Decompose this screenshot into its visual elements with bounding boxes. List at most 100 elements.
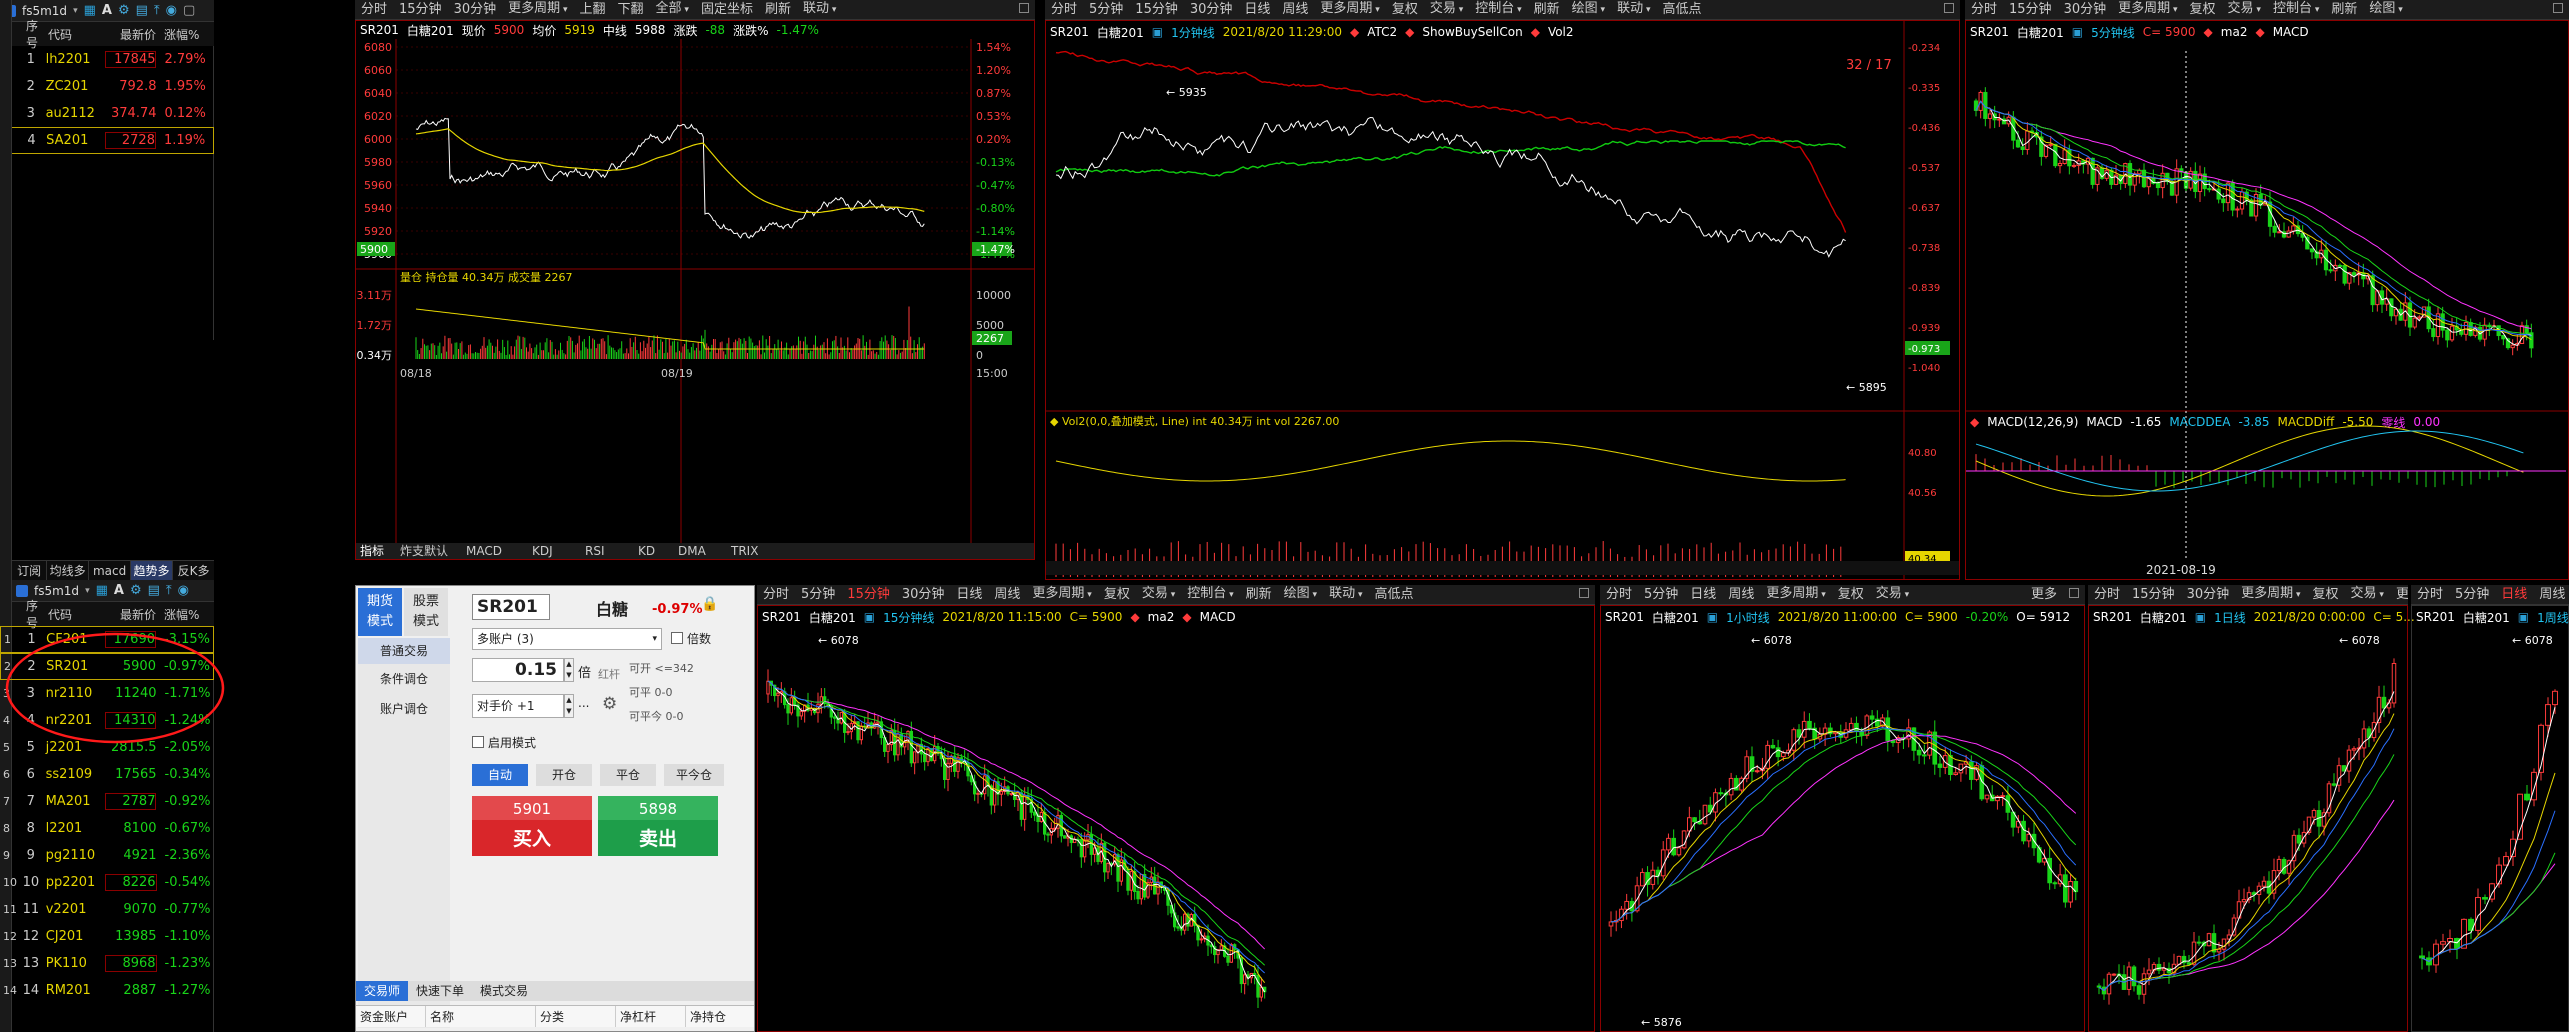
toolbar-item[interactable]: 复权 (1098, 585, 1136, 604)
list-item[interactable]: 44SA20127281.19% (0, 127, 214, 154)
h1-period[interactable]: 1小时线 (1726, 609, 1770, 626)
row-code[interactable]: l2201 (46, 821, 105, 836)
toolbar-item[interactable]: 交易 (1870, 585, 1915, 604)
tab-trader[interactable]: 交易师 (356, 981, 409, 1001)
toolbar-item[interactable]: 分时 (2411, 585, 2449, 604)
col-code[interactable]: 代码 (44, 26, 104, 43)
toolbar-item[interactable]: 周线 (2533, 585, 2569, 604)
price-mode-select[interactable]: 对手价 +1 (472, 694, 564, 718)
symbol-input[interactable]: SR201 (472, 594, 550, 620)
qty-input[interactable]: 0.15 (472, 658, 564, 682)
table-icon[interactable]: ▦ (84, 3, 96, 18)
price-stepper[interactable]: ▲ ▼ (564, 694, 574, 718)
toolbar-item[interactable]: 30分钟 (896, 585, 951, 604)
toolbar-item[interactable]: 周线 (988, 585, 1026, 604)
toolbar-item[interactable]: 交易 (1136, 585, 1181, 604)
toolbar-item[interactable]: 刷新 (2325, 0, 2363, 19)
list-item[interactable]: 7 7 MA201 2787 -0.92% (0, 788, 214, 815)
tab-macd-long[interactable]: macd多 (89, 561, 132, 598)
toolbar-item[interactable]: 联动 (1611, 0, 1656, 19)
toolbar-item[interactable]: 30分钟 (2058, 0, 2113, 19)
mode-futures-button[interactable]: 期货 模式 (358, 588, 402, 636)
list-item[interactable]: 12 12 CJ201 13985 -1.10% (0, 923, 214, 950)
list-item[interactable]: 22ZC201792.81.95% (0, 73, 214, 100)
text-color-icon[interactable]: A (102, 3, 112, 18)
toolbar-item[interactable]: 更多周期 (1026, 585, 1097, 604)
settings-icon[interactable]: ⚙ (118, 3, 130, 18)
sell-button[interactable]: 5898 卖出 (598, 796, 718, 856)
gear-icon[interactable]: ⚙ (602, 694, 617, 714)
row-code[interactable]: ZC201 (46, 79, 105, 94)
row-code[interactable]: au2112 (46, 106, 105, 121)
toolbar-item[interactable]: 分时 (1600, 585, 1638, 604)
toolbar-item[interactable]: 5分钟 (1083, 0, 1129, 19)
min1-chart[interactable]: -0.234 -0.335 -0.436 -0.537 -0.637 -0.738 -0.8… (1046, 21, 1959, 579)
list-item[interactable]: 13 13 PK110 8968 -1.23% (0, 950, 214, 977)
toolbar-item[interactable]: 刷新 (759, 0, 797, 19)
tab-mode-trade[interactable]: 模式交易 (472, 981, 536, 1001)
settings-icon[interactable]: ⚙ (130, 583, 142, 598)
list-item[interactable]: 33au2112374.740.12% (0, 100, 214, 127)
subnav-account[interactable]: 账户调仓 (358, 694, 450, 724)
toolbar-item[interactable]: 联动 (797, 0, 842, 19)
row-code[interactable]: SA201 (46, 133, 105, 148)
toolbar-item[interactable]: 15分钟 (841, 585, 896, 604)
toolbar-item[interactable]: 5分钟 (795, 585, 841, 604)
th-category[interactable]: 分类 (536, 1006, 616, 1027)
toolbar-item[interactable]: 刷新 (1528, 0, 1566, 19)
toolbar-item[interactable]: 分时 (355, 0, 393, 19)
toolbar-item[interactable]: 交易 (2345, 585, 2390, 604)
toolbar-item[interactable]: 5分钟 (2449, 585, 2495, 604)
list-item[interactable]: 6 6 ss2109 17565 -0.34% (0, 761, 214, 788)
toolbar-item[interactable]: 控制台 (1181, 585, 1239, 604)
lock-icon[interactable]: 🔒 (701, 596, 718, 612)
tab-subscribe[interactable]: 订阅 (12, 561, 48, 580)
list-item[interactable]: 14 14 RM201 2887 -1.27% (0, 977, 214, 1004)
toolbar-item[interactable]: 刷新 (1240, 585, 1278, 604)
broadcast-icon[interactable]: ◉ (178, 583, 189, 598)
tab-ma-long[interactable]: 均线多 (47, 561, 90, 580)
toolbar-item[interactable]: 日线 (950, 585, 988, 604)
row-code[interactable]: lh2201 (46, 52, 105, 67)
tab-reverse-k-long[interactable]: 反K多 (173, 561, 214, 580)
col-price[interactable]: 最新价 (104, 606, 156, 623)
more-dots[interactable]: ... (578, 696, 589, 710)
toolbar-item[interactable]: 复权 (1832, 585, 1870, 604)
toolbar-item[interactable]: 高低点 (1656, 0, 1707, 19)
grid-icon[interactable]: ▤ (136, 3, 148, 18)
pin-icon[interactable]: ⤒ (154, 3, 160, 18)
toolbar-item[interactable]: 交易 (1424, 0, 1469, 19)
row-code[interactable]: MA201 (46, 794, 105, 809)
list-item[interactable]: 10 10 pp2201 8226 -0.54% (0, 869, 214, 896)
subnav-normal-trade[interactable]: 普通交易 (358, 638, 450, 664)
day2-period[interactable]: 1周线 (2537, 609, 2569, 626)
toolbar-item[interactable]: 控制台 (1469, 0, 1527, 19)
grid-icon[interactable]: ▤ (148, 583, 160, 598)
list-item[interactable]: 11 11 v2201 9070 -0.77% (0, 896, 214, 923)
row-code[interactable]: pp2201 (46, 875, 105, 890)
window-icon[interactable] (2063, 585, 2085, 604)
toolbar-item[interactable]: 全部 (650, 0, 695, 19)
h1-chart[interactable]: ← 6078 ← 5876 (1601, 626, 2084, 1031)
window-icon[interactable] (1938, 0, 1960, 19)
profile-title[interactable]: fs5m1d (22, 4, 67, 18)
more-button[interactable]: 更多 (2390, 585, 2408, 604)
row-code[interactable]: CJ201 (46, 929, 105, 944)
toolbar-item[interactable]: 15分钟 (2126, 585, 2181, 604)
col-price[interactable]: 最新价 (104, 26, 156, 43)
qty-stepper[interactable]: ▲ ▼ (564, 658, 574, 682)
toolbar-item[interactable]: 高低点 (1368, 585, 1419, 604)
toolbar-item[interactable]: 分时 (1045, 0, 1083, 19)
tab-trend-long[interactable]: 趋势多 (131, 561, 174, 580)
list-item[interactable]: 9 9 pg2110 4921 -2.36% (0, 842, 214, 869)
col-pct[interactable]: 涨幅% (156, 26, 214, 43)
subnav-condition[interactable]: 条件调仓 (358, 664, 450, 694)
toolbar-item[interactable]: 绘图 (1278, 585, 1323, 604)
toolbar-item[interactable]: 30分钟 (1184, 0, 1239, 19)
toolbar-item[interactable]: 下翻 (612, 0, 650, 19)
table-icon[interactable]: ▦ (96, 583, 108, 598)
col-pct[interactable]: 涨幅% (156, 606, 214, 623)
toolbar-item[interactable]: 分时 (757, 585, 795, 604)
list-item[interactable]: 11lh2201178452.79% (0, 46, 214, 73)
day-chart[interactable]: ← 6078 (2089, 626, 2407, 1031)
